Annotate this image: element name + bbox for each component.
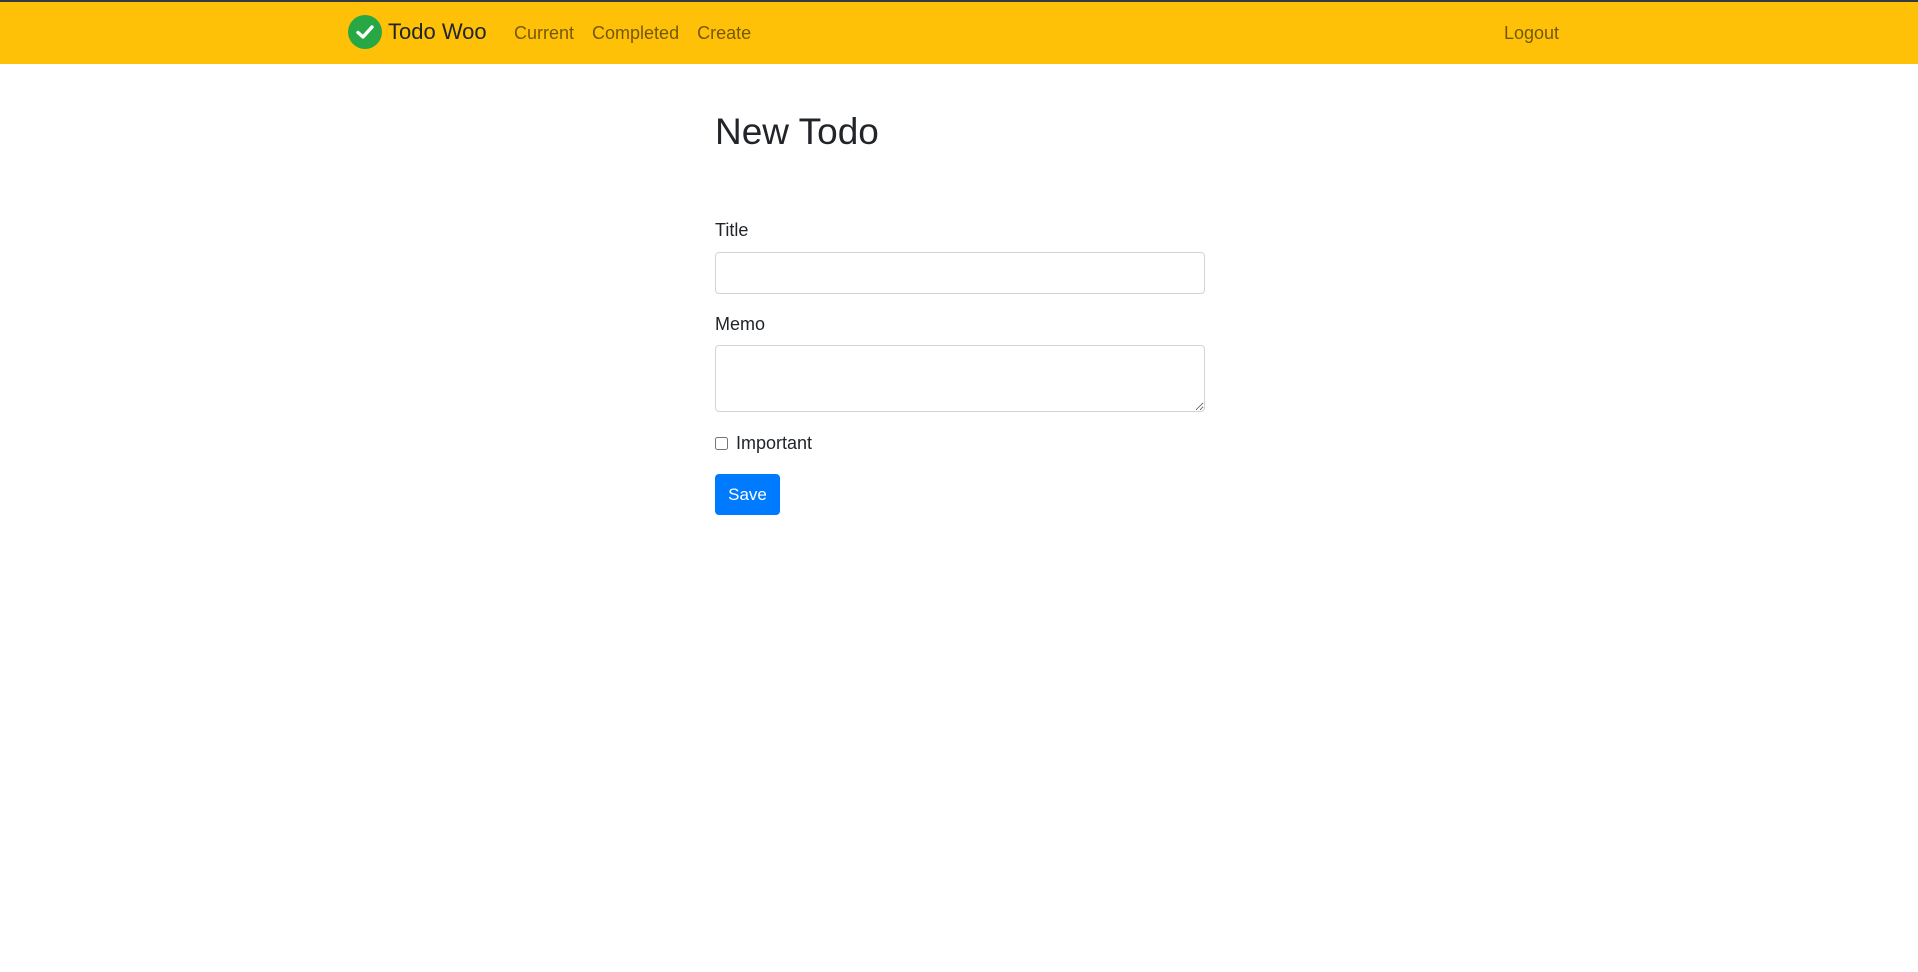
nav-link-current[interactable]: Current	[505, 23, 583, 44]
navbar: Todo Woo Current Completed Create Logout	[0, 0, 1918, 64]
title-input[interactable]	[715, 251, 1205, 294]
title-label: Title	[715, 220, 749, 240]
brand-link[interactable]: Todo Woo	[348, 14, 487, 50]
nav-link-completed[interactable]: Completed	[583, 23, 688, 44]
memo-label: Memo	[715, 313, 766, 334]
check-circle-icon	[348, 15, 382, 49]
logout-link[interactable]: Logout	[1495, 23, 1568, 44]
important-row: Important	[715, 432, 1205, 454]
important-checkbox[interactable]	[715, 436, 728, 450]
main-content: New Todo Title Memo Important Save	[715, 110, 1205, 516]
nav-link-create[interactable]: Create	[688, 23, 760, 44]
save-button[interactable]: Save	[715, 474, 780, 516]
nav-links: Current Completed Create	[505, 2, 760, 64]
new-todo-form: Title Memo Important Save	[715, 220, 1205, 516]
brand-name: Todo Woo	[388, 19, 487, 44]
nav-right: Logout	[1495, 2, 1568, 64]
important-label[interactable]: Important	[736, 433, 812, 454]
page-title: New Todo	[715, 111, 879, 152]
page: Todo Woo Current Completed Create Logout…	[0, 0, 1918, 972]
memo-textarea[interactable]	[715, 345, 1205, 413]
